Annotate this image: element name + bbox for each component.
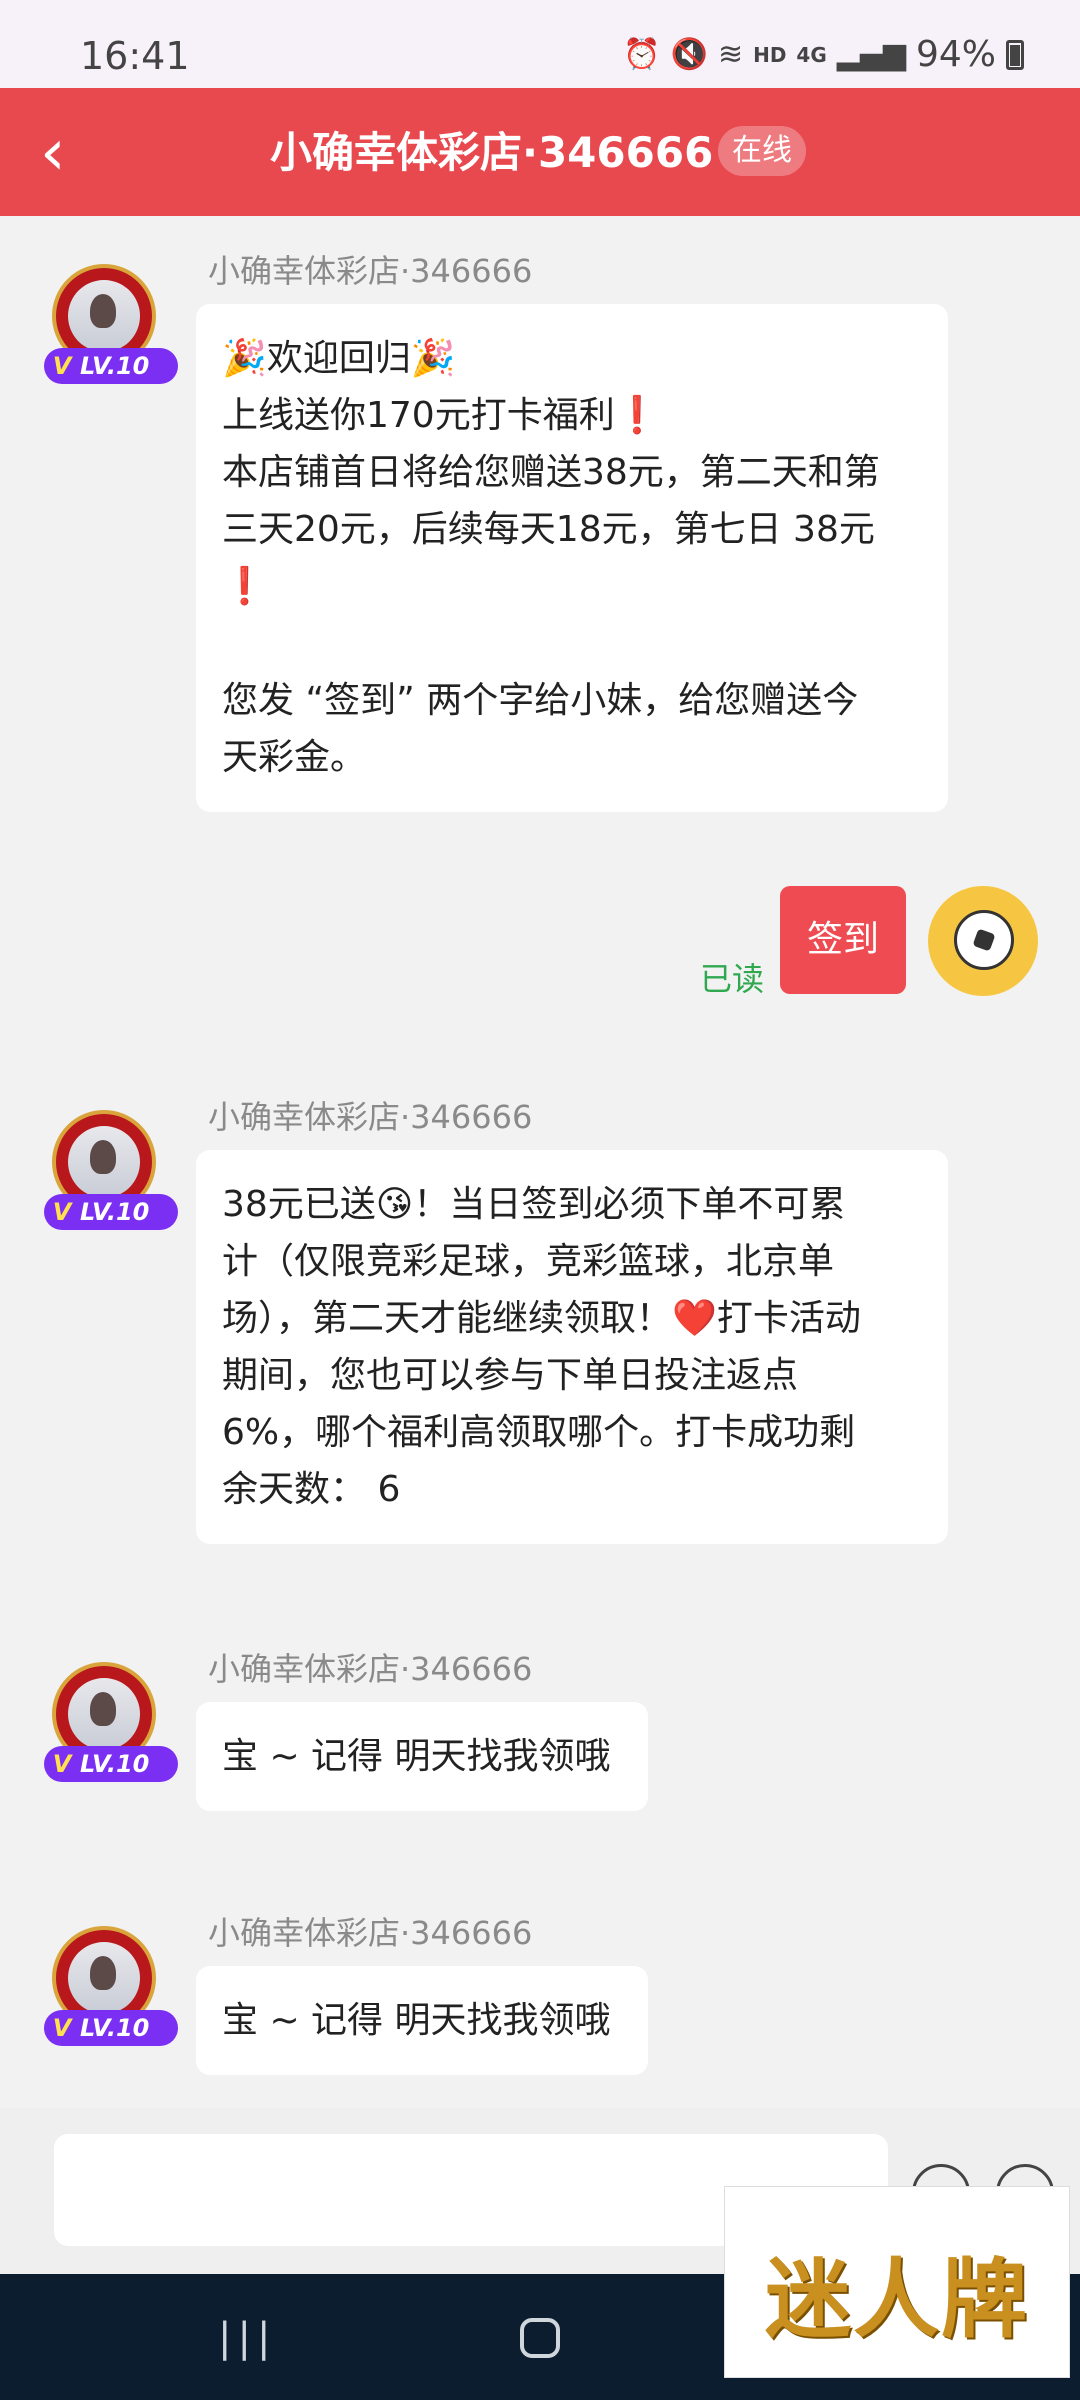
- online-status-badge: 在线: [718, 126, 806, 176]
- message-line: 上线送你170元打卡福利❗: [222, 395, 660, 436]
- message-line: 三天20元，后续每天18元，第七日 38元: [222, 509, 875, 550]
- chevron-left-icon: ‹: [40, 116, 66, 190]
- shop-avatar[interactable]: V LV.10: [44, 1662, 178, 1782]
- status-bar: 16:41 ⏰ 🔇 ≋ HD 4G ▂▄▆ 94%: [0, 0, 1080, 88]
- battery-percent: 94%: [915, 34, 996, 75]
- message-line: 余天数： 6: [222, 1469, 401, 1510]
- battery-icon: [1006, 39, 1024, 70]
- message-line: [222, 615, 922, 672]
- my-message-bubble[interactable]: 签到: [780, 886, 906, 994]
- message-line: 计（仅限竞彩足球，竞彩篮球，北京单: [222, 1241, 835, 1282]
- sender-name: 小确幸体彩店·346666: [208, 1914, 533, 1952]
- sender-name: 小确幸体彩店·346666: [208, 1098, 533, 1136]
- watermark-logo: 迷人牌: [724, 2186, 1070, 2378]
- message-line: 宝 ~ 记得 明天找我领哦: [222, 2000, 611, 2041]
- avatar-image: [68, 1678, 140, 1750]
- wifi-icon: ≋: [717, 37, 744, 72]
- recent-apps-button[interactable]: |||: [218, 2318, 270, 2358]
- read-status: 已读: [700, 960, 765, 998]
- message-line: 场），第二天才能继续领取！❤️打卡活动: [222, 1298, 861, 1339]
- vip-icon: V: [52, 2014, 72, 2042]
- message-bubble[interactable]: 宝 ~ 记得 明天找我领哦: [196, 1702, 648, 1811]
- avatar-image: [68, 1126, 140, 1198]
- message-line: 您发 “签到” 两个字给小妹，给您赠送今: [222, 680, 859, 721]
- soccer-ball-icon: [954, 910, 1014, 970]
- my-avatar[interactable]: [928, 886, 1038, 996]
- message-line: 38元已送😘！当日签到必须下单不可累: [222, 1184, 846, 1225]
- message-line: ❗: [222, 566, 267, 607]
- message-bubble[interactable]: 🎉欢迎回归🎉 上线送你170元打卡福利❗ 本店铺首日将给您赠送38元，第二天和第…: [196, 304, 948, 812]
- sender-name: 小确幸体彩店·346666: [208, 1650, 533, 1688]
- vip-icon: V: [52, 1750, 72, 1778]
- avatar-image: [68, 280, 140, 352]
- message-line: 天彩金。: [222, 737, 367, 778]
- mute-icon: 🔇: [670, 37, 708, 72]
- shop-avatar[interactable]: V LV.10: [44, 1926, 178, 2046]
- home-button[interactable]: [520, 2318, 560, 2358]
- status-time: 16:41: [80, 34, 190, 78]
- signal-icon: ▂▄▆: [836, 37, 906, 72]
- message-line: 宝 ~ 记得 明天找我领哦: [222, 1736, 611, 1777]
- level-badge: V LV.10: [44, 348, 178, 384]
- alarm-icon: ⏰: [623, 37, 661, 72]
- message-bubble[interactable]: 宝 ~ 记得 明天找我领哦: [196, 1966, 648, 2075]
- shop-avatar[interactable]: V LV.10: [44, 264, 178, 384]
- shop-avatar[interactable]: V LV.10: [44, 1110, 178, 1230]
- level-badge: V LV.10: [44, 1194, 178, 1230]
- chat-title: 小确幸体彩店·346666: [270, 128, 714, 177]
- status-icons: ⏰ 🔇 ≋ HD 4G ▂▄▆ 94%: [623, 34, 1024, 75]
- chat-message-list[interactable]: V LV.10 小确幸体彩店·346666 🎉欢迎回归🎉 上线送你170元打卡福利…: [0, 216, 1080, 2108]
- level-badge: V LV.10: [44, 2010, 178, 2046]
- vip-icon: V: [52, 352, 72, 380]
- message-line: 本店铺首日将给您赠送38元，第二天和第: [222, 452, 880, 493]
- network-label: HD: [753, 42, 787, 67]
- message-bubble[interactable]: 38元已送😘！当日签到必须下单不可累 计（仅限竞彩足球，竞彩篮球，北京单 场），…: [196, 1150, 948, 1544]
- message-line: 6%，哪个福利高领取哪个。打卡成功剩: [222, 1412, 856, 1453]
- message-line: 🎉欢迎回归🎉: [222, 338, 456, 379]
- signal-label: 4G: [796, 42, 827, 67]
- watermark-text: 迷人牌: [765, 2249, 1029, 2350]
- message-line: 期间，您也可以参与下单日投注返点: [222, 1355, 799, 1396]
- avatar-image: [68, 1942, 140, 2014]
- back-button[interactable]: ‹: [40, 118, 100, 188]
- chat-header: ‹ 小确幸体彩店·346666 在线: [0, 88, 1080, 216]
- sender-name: 小确幸体彩店·346666: [208, 252, 533, 290]
- vip-icon: V: [52, 1198, 72, 1226]
- level-badge: V LV.10: [44, 1746, 178, 1782]
